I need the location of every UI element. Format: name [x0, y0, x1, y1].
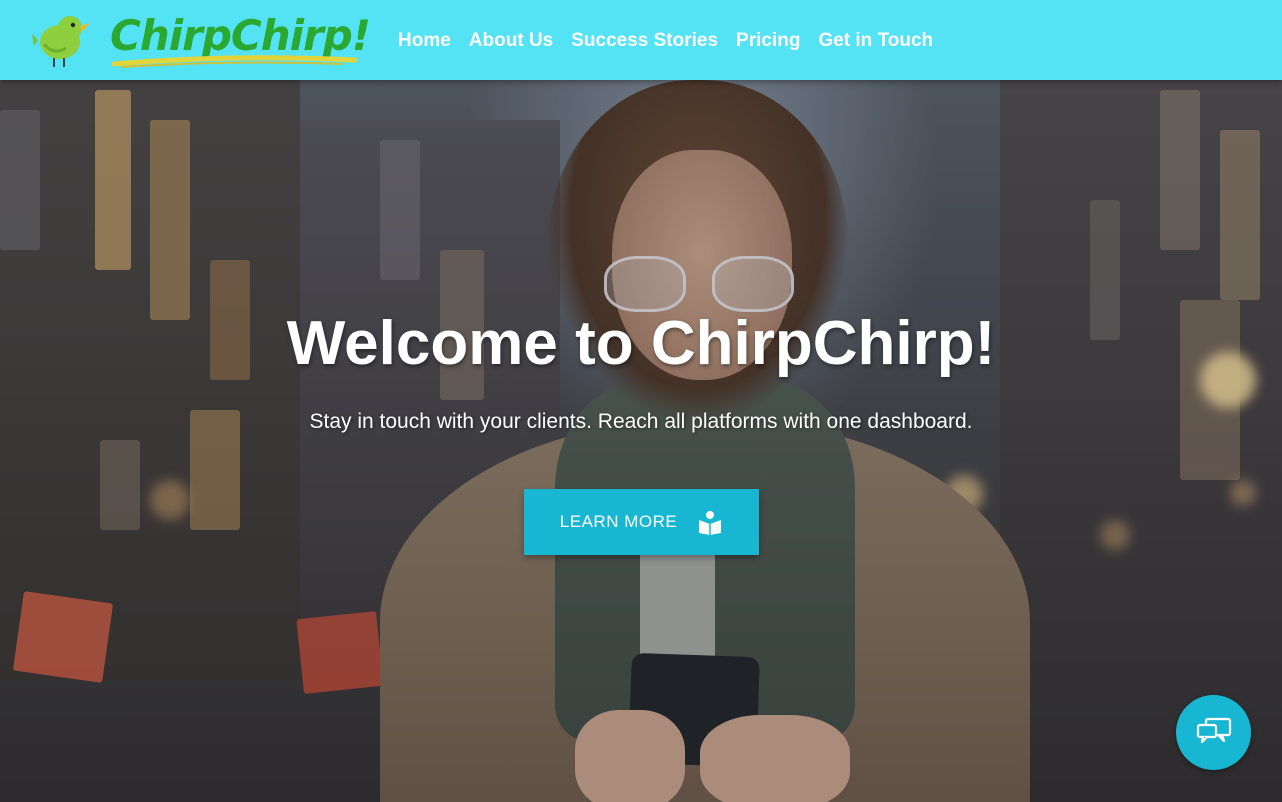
chat-widget-button[interactable]	[1176, 695, 1251, 770]
learn-more-button[interactable]: LEARN MORE	[524, 489, 759, 555]
nav-about-us[interactable]: About Us	[469, 29, 553, 53]
main-nav: Home About Us Success Stories Pricing Ge…	[398, 29, 951, 53]
nav-home[interactable]: Home	[398, 29, 451, 53]
nav-success-stories[interactable]: Success Stories	[571, 29, 718, 53]
learn-more-label: LEARN MORE	[559, 512, 678, 531]
site-header: ChirpChirp! Home About Us Success Storie…	[0, 0, 1282, 80]
nav-pricing[interactable]: Pricing	[736, 29, 800, 53]
bird-logo-icon[interactable]	[30, 10, 94, 70]
chat-bubbles-icon	[1196, 717, 1232, 749]
hero-title: Welcome to ChirpChirp!	[286, 309, 996, 378]
nav-get-in-touch[interactable]: Get in Touch	[818, 29, 933, 53]
logo-underline-swoosh	[112, 55, 357, 68]
book-reader-icon	[697, 509, 723, 535]
hero-background-image	[0, 0, 1282, 802]
hero-subtitle: Stay in touch with your clients. Reach a…	[309, 410, 973, 433]
